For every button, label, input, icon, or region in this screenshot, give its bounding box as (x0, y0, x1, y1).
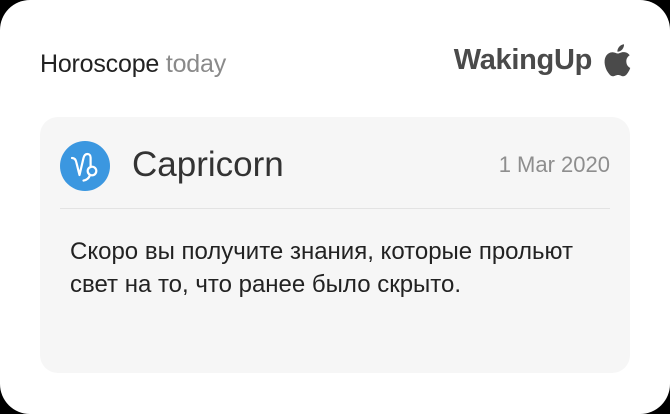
horoscope-date: 1 Mar 2020 (498, 152, 610, 177)
horoscope-card[interactable]: Capricorn 1 Mar 2020 Скоро вы получите з… (40, 117, 630, 373)
widget-title-subtitle: today (165, 50, 227, 78)
sign-name: Capricorn (132, 145, 284, 184)
capricorn-icon (70, 152, 98, 182)
sign-badge (60, 141, 110, 191)
widget-title: Horoscope today (40, 48, 226, 80)
widget-title-label: Horoscope (40, 50, 160, 78)
apple-icon (600, 42, 632, 78)
horoscope-widget[interactable]: Horoscope today WakingUp Capricorn 1 Mar… (0, 0, 670, 414)
divider (60, 208, 610, 209)
brand: WakingUp (454, 40, 632, 80)
prediction-text: Скоро вы получите знания, которые пролью… (70, 238, 573, 298)
brand-name: WakingUp (453, 43, 593, 76)
